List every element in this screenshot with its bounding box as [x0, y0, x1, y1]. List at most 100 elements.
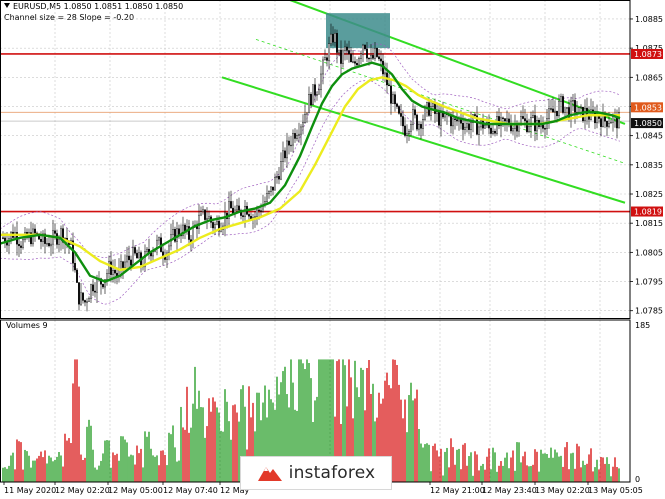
candle-body	[50, 243, 52, 247]
candle-body	[48, 243, 50, 247]
candle-body	[544, 128, 546, 130]
candle-body	[540, 125, 542, 127]
candle-body	[22, 239, 24, 248]
candle-body	[198, 214, 200, 229]
time-tick-label: 11 May 2020	[4, 486, 56, 495]
candle-body	[494, 130, 496, 134]
candle-body	[396, 103, 398, 107]
candle-body	[440, 112, 442, 126]
candle-body	[286, 140, 288, 159]
candle-body	[168, 245, 170, 254]
candle-body	[566, 107, 568, 109]
candle-body	[282, 150, 284, 162]
candle-body	[350, 53, 352, 63]
candle-body	[478, 126, 480, 135]
candle-body	[528, 126, 530, 132]
candle-body	[316, 93, 318, 96]
level-price-label: 1.0873	[634, 50, 662, 59]
candle-body	[454, 118, 456, 120]
time-tick-label: 12 May 07:40	[163, 486, 218, 495]
candle-body	[208, 216, 210, 219]
candle-body	[530, 117, 532, 127]
candle-body	[58, 239, 60, 245]
candle-body	[268, 191, 270, 194]
candle-body	[366, 48, 368, 59]
candle-body	[46, 243, 48, 245]
candle-body	[392, 94, 394, 104]
candle-body	[426, 102, 428, 108]
candle-body	[438, 111, 440, 126]
candle-body	[570, 100, 572, 120]
volume-max-label: 185	[635, 321, 650, 330]
candle-body	[578, 107, 580, 113]
candle-body	[526, 120, 528, 132]
candle-body	[470, 122, 472, 130]
candle-body	[554, 110, 556, 113]
price-tick-label: 1.0865	[635, 73, 663, 82]
candle-body	[318, 89, 320, 95]
price-axis: 1.08851.08751.08651.08551.08451.08351.08…	[630, 15, 663, 484]
candle-body	[334, 33, 336, 43]
candle-body	[356, 63, 358, 66]
candle-body	[216, 220, 218, 225]
candle-body	[242, 215, 244, 217]
candle-body	[340, 49, 342, 64]
price-chart[interactable]: 1.08851.08751.08651.08551.08451.08351.08…	[0, 0, 665, 499]
candle-body	[506, 118, 508, 122]
candle-body	[134, 247, 136, 254]
candle-body	[110, 261, 112, 275]
candle-body	[298, 133, 300, 136]
candle-body	[536, 120, 538, 132]
candle-body	[206, 218, 208, 220]
highlight-zone	[326, 13, 390, 49]
candle-body	[608, 122, 610, 127]
current-price-label: 1.0853	[634, 103, 662, 112]
price-tick-label: 1.0785	[635, 307, 663, 316]
mountain-logo-icon	[257, 467, 282, 481]
candle-body	[354, 61, 356, 64]
candle-body	[112, 270, 114, 275]
candle-body	[368, 57, 370, 60]
candle-body	[40, 239, 42, 242]
horizontal-levels	[0, 53, 630, 213]
candle-body	[358, 58, 360, 66]
candle-body	[84, 300, 86, 303]
candle-body	[90, 284, 92, 299]
candle-body	[254, 216, 256, 218]
candle-body	[394, 94, 396, 105]
volume-label: Volumes 9	[6, 321, 48, 330]
candle-body	[192, 226, 194, 243]
candle-body	[78, 282, 80, 305]
candle-body	[582, 106, 584, 121]
candle-body	[172, 229, 174, 235]
candle-body	[484, 124, 486, 129]
candle-body	[456, 119, 458, 122]
candle-body	[380, 58, 382, 62]
candle-body	[384, 72, 386, 75]
candle-body	[230, 201, 232, 209]
candle-body	[138, 252, 140, 259]
candle-body	[276, 175, 278, 178]
candle-body	[162, 251, 164, 256]
candle-body	[606, 120, 608, 127]
candle-body	[132, 247, 134, 266]
candle-body	[300, 126, 302, 135]
candle-body	[94, 290, 96, 293]
highlight-rectangle	[326, 13, 390, 49]
candle-body	[462, 123, 464, 130]
candle-body	[256, 209, 258, 217]
price-tick-label: 1.0885	[635, 15, 663, 24]
candle-body	[372, 55, 374, 59]
candle-body	[588, 115, 590, 120]
candle-body	[54, 230, 56, 234]
candle-body	[308, 93, 310, 114]
candle-body	[34, 228, 36, 234]
candle-body	[532, 115, 534, 118]
time-tick-label: 13 May 05:05	[588, 486, 643, 495]
candle-body	[288, 140, 290, 146]
candle-body	[236, 205, 238, 211]
candle-body	[346, 46, 348, 51]
candle-body	[270, 186, 272, 192]
candle-body	[464, 126, 466, 130]
candle-body	[490, 127, 492, 134]
